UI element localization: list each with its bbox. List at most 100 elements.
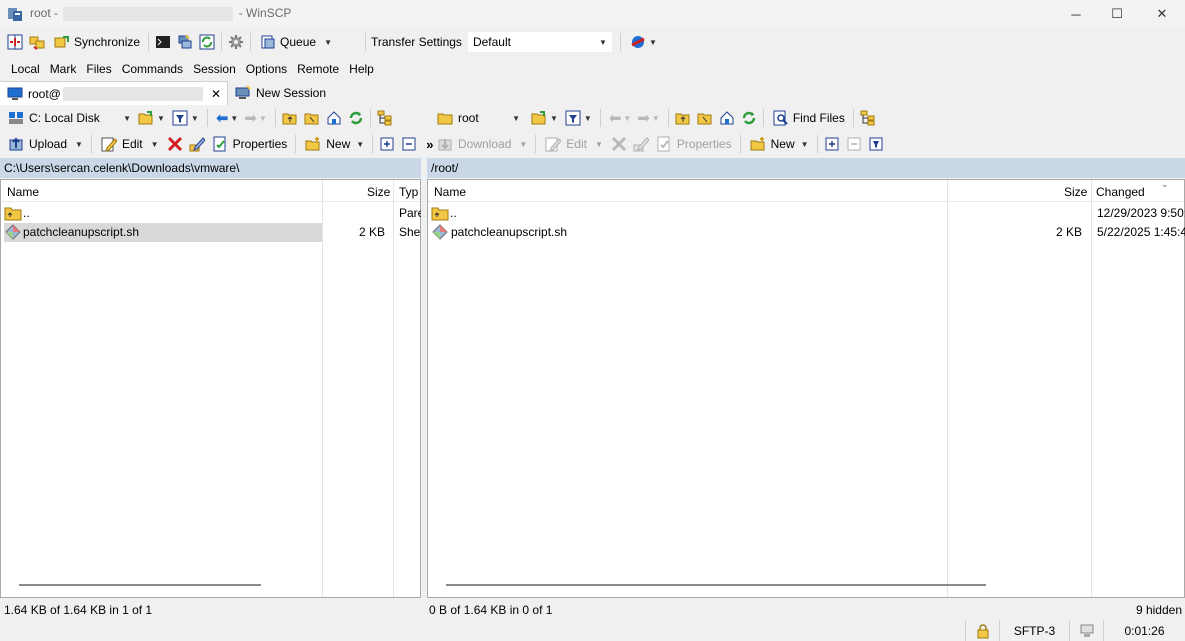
menu-files[interactable]: Files xyxy=(81,62,116,76)
menu-local[interactable]: Local xyxy=(6,62,45,76)
filter-button[interactable]: ▼ xyxy=(561,107,595,129)
chevron-down-icon: ▼ xyxy=(157,113,165,123)
local-path: C:\Users\sercan.celenk\Downloads\vmware\ xyxy=(4,161,240,175)
preferences-gear-icon[interactable] xyxy=(227,33,245,51)
queue-label: Queue xyxy=(280,35,317,49)
menu-mark[interactable]: Mark xyxy=(45,62,82,76)
root-directory-icon[interactable] xyxy=(696,109,714,127)
menu-options[interactable]: Options xyxy=(241,62,292,76)
root-directory-icon[interactable] xyxy=(303,109,321,127)
synchronize-button[interactable]: Synchronize xyxy=(50,31,143,53)
column-name[interactable]: Name xyxy=(7,185,39,199)
menu-remote[interactable]: Remote xyxy=(292,62,344,76)
synchronize-label: Synchronize xyxy=(74,35,141,49)
local-file-list[interactable]: Name Size Typ .. Pare patchcleanupscript… xyxy=(0,179,421,598)
properties-button[interactable]: Properties xyxy=(208,133,291,155)
unselect-files-icon[interactable] xyxy=(845,135,863,153)
forward-button[interactable]: ➡ ▼ xyxy=(634,107,663,129)
separator xyxy=(206,109,208,127)
maximize-button[interactable]: ☐ xyxy=(1094,0,1140,28)
column-name[interactable]: Name xyxy=(434,185,466,199)
filter-icon[interactable] xyxy=(867,135,885,153)
compare-directories-icon[interactable] xyxy=(6,33,24,51)
download-button[interactable]: Download ▼ xyxy=(433,133,530,155)
new-button[interactable]: New ▼ xyxy=(746,133,812,155)
rename-icon[interactable] xyxy=(188,135,206,153)
file-name: patchcleanupscript.sh xyxy=(23,225,140,239)
back-button[interactable]: ⬅ ▼ xyxy=(606,107,635,129)
new-button[interactable]: New ▼ xyxy=(301,133,367,155)
minimize-button[interactable]: ─ xyxy=(1053,0,1099,28)
delete-icon[interactable] xyxy=(166,135,184,153)
horizontal-scrollbar[interactable] xyxy=(446,584,986,586)
select-files-icon[interactable] xyxy=(823,135,841,153)
chevron-down-icon: ▼ xyxy=(230,113,239,123)
edit-button[interactable]: Edit ▼ xyxy=(97,133,162,155)
edit-button[interactable]: Edit ▼ xyxy=(541,133,606,155)
table-row[interactable]: .. 12/29/2023 9:50:4 xyxy=(428,204,1185,224)
remote-file-list[interactable]: Name Size Changed ⌄ .. 12/29/2023 9:50:4… xyxy=(427,179,1185,598)
chevron-down-icon: ▼ xyxy=(123,113,131,123)
column-type[interactable]: Typ xyxy=(399,185,418,199)
remote-directory-select[interactable]: root ▼ xyxy=(433,108,523,128)
open-directory-button[interactable]: ▼ xyxy=(134,107,168,129)
rename-icon[interactable] xyxy=(632,135,650,153)
open-directory-button[interactable]: ▼ xyxy=(527,107,561,129)
refresh-icon[interactable] xyxy=(740,109,758,127)
parent-folder-icon xyxy=(431,205,449,224)
delete-icon[interactable] xyxy=(610,135,628,153)
hidden-files-count[interactable]: 9 hidden xyxy=(1120,603,1182,617)
back-arrow-icon: ⬅ xyxy=(608,110,622,127)
parent-directory-icon[interactable] xyxy=(281,109,299,127)
upload-button[interactable]: Upload ▼ xyxy=(4,133,86,155)
edit-label: Edit xyxy=(121,137,143,151)
filter-button[interactable]: ▼ xyxy=(168,107,202,129)
transfer-settings-select[interactable]: Default ▼ xyxy=(467,32,612,52)
putty-icon[interactable] xyxy=(176,33,194,51)
home-icon[interactable] xyxy=(718,109,736,127)
chevron-down-icon: ▼ xyxy=(599,37,607,47)
parent-folder-icon xyxy=(4,205,22,224)
refresh-icon[interactable] xyxy=(347,109,365,127)
tab-session-root[interactable]: root@ ✕ xyxy=(0,81,228,105)
refresh-window-icon[interactable] xyxy=(198,33,216,51)
remote-path-bar[interactable]: /root/ xyxy=(427,158,1185,178)
home-icon[interactable] xyxy=(325,109,343,127)
unselect-files-icon[interactable] xyxy=(400,135,418,153)
tree-view-icon[interactable] xyxy=(859,109,877,127)
encryption-lock-box[interactable] xyxy=(965,620,999,641)
column-size[interactable]: Size xyxy=(367,185,390,199)
tree-view-icon[interactable] xyxy=(376,109,394,127)
chevron-down-icon: ▼ xyxy=(550,113,558,123)
parent-directory-icon[interactable] xyxy=(674,109,692,127)
forward-button[interactable]: ➡ ▼ xyxy=(241,107,270,129)
local-drive-select[interactable]: C: Local Disk ▼ xyxy=(4,108,134,128)
properties-label: Properties xyxy=(676,137,732,151)
local-path-bar[interactable]: C:\Users\sercan.celenk\Downloads\vmware\ xyxy=(0,158,421,178)
synchronize-browsing-icon[interactable] xyxy=(28,33,46,51)
queue-button[interactable]: Queue ▼ xyxy=(256,31,335,53)
transfer-globe-icon xyxy=(629,33,647,51)
properties-button[interactable]: Properties xyxy=(652,133,735,155)
chevron-down-icon: ▼ xyxy=(258,113,267,123)
separator xyxy=(816,135,818,153)
column-changed[interactable]: Changed xyxy=(1096,185,1145,199)
table-row[interactable]: patchcleanupscript.sh 2 KB She xyxy=(1,223,420,242)
find-files-button[interactable]: Find Files xyxy=(769,107,848,129)
terminal-icon[interactable] xyxy=(154,33,172,51)
table-row[interactable]: .. Pare xyxy=(1,204,421,224)
menu-help[interactable]: Help xyxy=(344,62,379,76)
menu-session[interactable]: Session xyxy=(188,62,241,76)
column-size[interactable]: Size xyxy=(1064,185,1087,199)
tab-close-icon[interactable]: ✕ xyxy=(211,87,221,101)
transfer-options-button[interactable]: ▼ xyxy=(626,31,660,53)
table-row[interactable]: patchcleanupscript.sh 2 KB 5/22/2025 1:4… xyxy=(428,223,1185,242)
menu-commands[interactable]: Commands xyxy=(117,62,188,76)
select-files-icon[interactable] xyxy=(378,135,396,153)
close-button[interactable]: ✕ xyxy=(1139,0,1185,28)
back-button[interactable]: ⬅ ▼ xyxy=(213,107,242,129)
tab-new-session[interactable]: New Session xyxy=(228,81,332,105)
horizontal-scrollbar[interactable] xyxy=(19,584,261,586)
find-files-label: Find Files xyxy=(792,111,845,125)
file-name: patchcleanupscript.sh xyxy=(451,225,568,239)
